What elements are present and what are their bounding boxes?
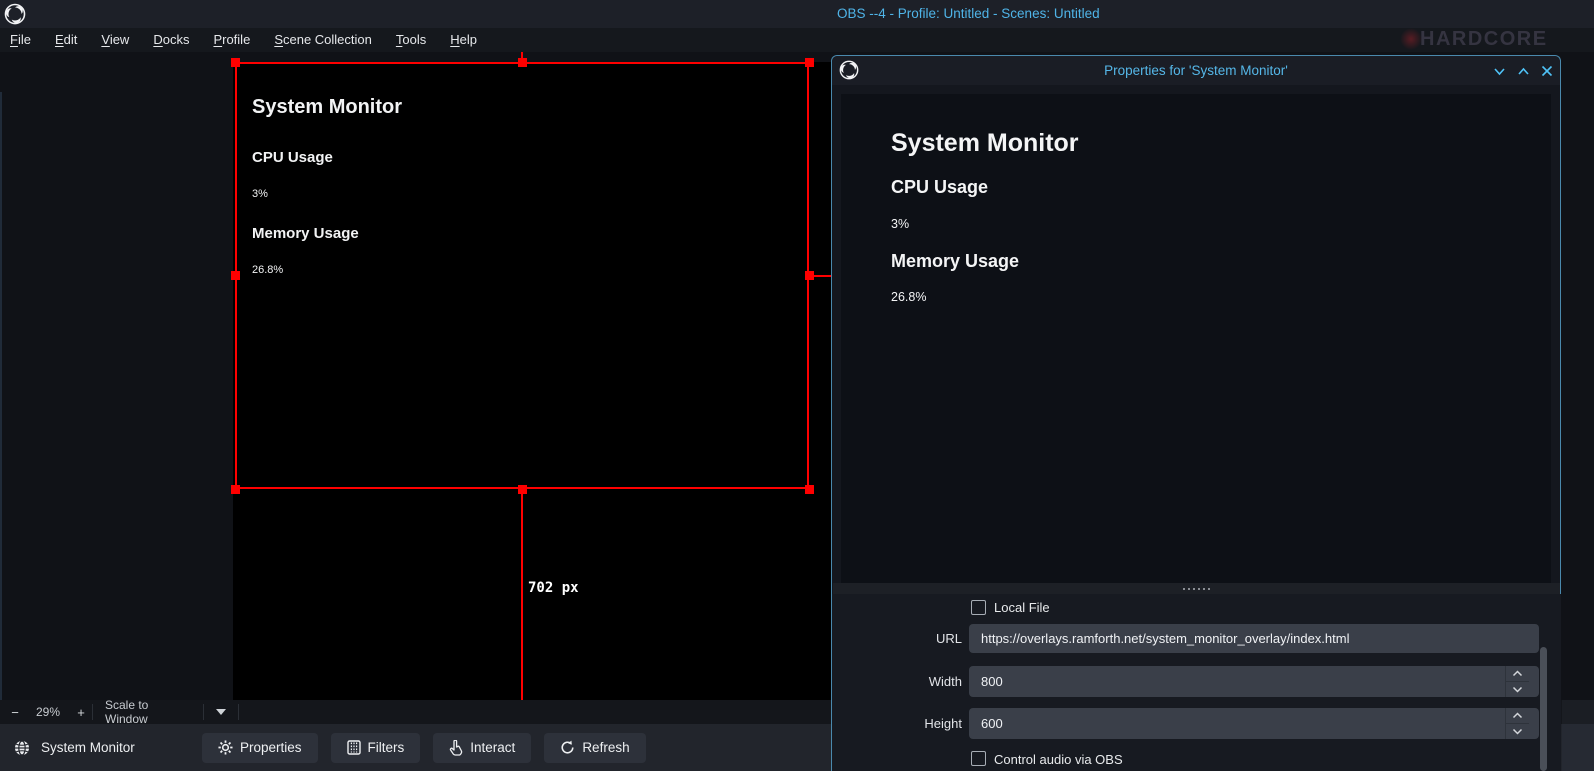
- properties-button-label: Properties: [240, 740, 302, 755]
- filters-button[interactable]: Filters: [331, 733, 421, 763]
- spin-up-icon: [1512, 670, 1523, 677]
- gear-icon: [218, 740, 233, 755]
- menu-file[interactable]: File: [10, 28, 43, 52]
- interact-button-label: Interact: [470, 740, 515, 755]
- obs-logo-icon: [4, 3, 26, 25]
- handle-top-left[interactable]: [231, 58, 240, 67]
- chevron-down-icon: [1493, 65, 1506, 78]
- source-preview-panel: System Monitor CPU Usage 3% Memory Usage…: [841, 94, 1551, 583]
- background-ghost-glow: [1400, 28, 1422, 50]
- width-spin-up-button[interactable]: [1506, 666, 1529, 681]
- height-input[interactable]: [969, 708, 1539, 739]
- handle-bottom-left[interactable]: [231, 485, 240, 494]
- url-label: URL: [832, 631, 962, 646]
- menu-tools[interactable]: Tools: [384, 28, 438, 52]
- scale-mode-value: Scale to Window: [93, 698, 203, 726]
- preview-title: System Monitor: [891, 130, 1551, 156]
- width-spin-down-button[interactable]: [1506, 681, 1529, 697]
- window-title: OBS --4 - Profile: Untitled - Scenes: Un…: [837, 6, 1100, 21]
- width-spinner: [1505, 666, 1529, 697]
- properties-form: Local File URL Width Height: [832, 594, 1561, 771]
- refresh-button-label: Refresh: [582, 740, 629, 755]
- handle-middle-left[interactable]: [231, 271, 240, 280]
- form-scrollbar-track[interactable]: [1538, 644, 1549, 771]
- source-selection-box[interactable]: [235, 62, 809, 489]
- handle-top-center[interactable]: [518, 58, 527, 67]
- browser-source-globe-icon: [14, 740, 30, 756]
- handle-top-right[interactable]: [805, 58, 814, 67]
- source-name: System Monitor: [41, 740, 135, 755]
- obs-main-window: OBS --4 - Profile: Untitled - Scenes: Un…: [0, 0, 1594, 771]
- dialog-titlebar[interactable]: Properties for 'System Monitor': [832, 56, 1560, 85]
- spin-down-icon: [1512, 728, 1523, 735]
- hand-pointer-icon: [449, 740, 463, 756]
- width-label: Width: [832, 674, 962, 689]
- close-icon: [1541, 65, 1553, 77]
- url-input[interactable]: [969, 624, 1539, 653]
- height-spin-up-button[interactable]: [1506, 708, 1529, 723]
- preview-cpu-value: 3%: [891, 217, 1551, 232]
- zoom-level: 29%: [26, 705, 70, 719]
- menu-view[interactable]: View: [89, 28, 141, 52]
- handle-bottom-right[interactable]: [805, 485, 814, 494]
- close-button[interactable]: [1538, 62, 1556, 80]
- width-input[interactable]: [969, 666, 1539, 697]
- chevron-up-icon: [1517, 65, 1530, 78]
- properties-button[interactable]: Properties: [202, 733, 318, 763]
- selected-source: System Monitor: [0, 740, 202, 756]
- preview-memory-value: 26.8%: [891, 290, 1551, 305]
- zoom-in-button[interactable]: +: [70, 705, 92, 720]
- window-titlebar: OBS --4 - Profile: Untitled - Scenes: Un…: [0, 0, 1594, 28]
- properties-dialog: Properties for 'System Monitor' System M…: [831, 55, 1561, 771]
- menu-profile[interactable]: Profile: [201, 28, 262, 52]
- filters-icon: [347, 740, 361, 755]
- menu-docks[interactable]: Docks: [141, 28, 201, 52]
- dialog-title: Properties for 'System Monitor': [832, 63, 1560, 78]
- local-file-checkbox[interactable]: [971, 600, 986, 615]
- refresh-button[interactable]: Refresh: [544, 733, 645, 763]
- statusbar-right-sliver: [1562, 700, 1594, 724]
- bottom-distance-line: [521, 489, 523, 700]
- menu-help[interactable]: Help: [438, 28, 489, 52]
- filters-button-label: Filters: [368, 740, 405, 755]
- refresh-icon: [560, 740, 575, 755]
- handle-bottom-center[interactable]: [518, 485, 527, 494]
- zoom-out-button[interactable]: −: [4, 705, 26, 720]
- handle-middle-right[interactable]: [805, 271, 814, 280]
- control-audio-label: Control audio via OBS: [994, 752, 1123, 767]
- menu-edit[interactable]: Edit: [43, 28, 89, 52]
- left-window-edge: [0, 92, 2, 702]
- background-ghost-watermark: HARDCORE: [1420, 28, 1548, 51]
- menu-scene-collection[interactable]: Scene Collection: [262, 28, 384, 52]
- distance-measurement: 702 px: [528, 580, 579, 596]
- preview-memory-label: Memory Usage: [891, 251, 1551, 271]
- form-scrollbar-thumb[interactable]: [1540, 647, 1547, 771]
- menu-bar: File Edit View Docks Profile Scene Colle…: [0, 28, 1594, 52]
- unshade-button[interactable]: [1514, 62, 1532, 80]
- control-audio-checkbox[interactable]: [971, 751, 986, 766]
- height-spinner: [1505, 708, 1529, 739]
- height-label: Height: [832, 716, 962, 731]
- spin-down-icon: [1512, 686, 1523, 693]
- dropdown-caret-icon: [216, 709, 226, 715]
- interact-button[interactable]: Interact: [433, 733, 531, 763]
- scale-mode-dropdown[interactable]: Scale to Window: [93, 698, 239, 726]
- preview-cpu-label: CPU Usage: [891, 177, 1551, 197]
- preview-form-splitter[interactable]: [833, 583, 1560, 594]
- spin-up-icon: [1512, 712, 1523, 719]
- height-spin-down-button[interactable]: [1506, 723, 1529, 739]
- local-file-label: Local File: [994, 600, 1050, 615]
- shade-button[interactable]: [1490, 62, 1508, 80]
- toolbar-right-sliver: [1562, 724, 1594, 771]
